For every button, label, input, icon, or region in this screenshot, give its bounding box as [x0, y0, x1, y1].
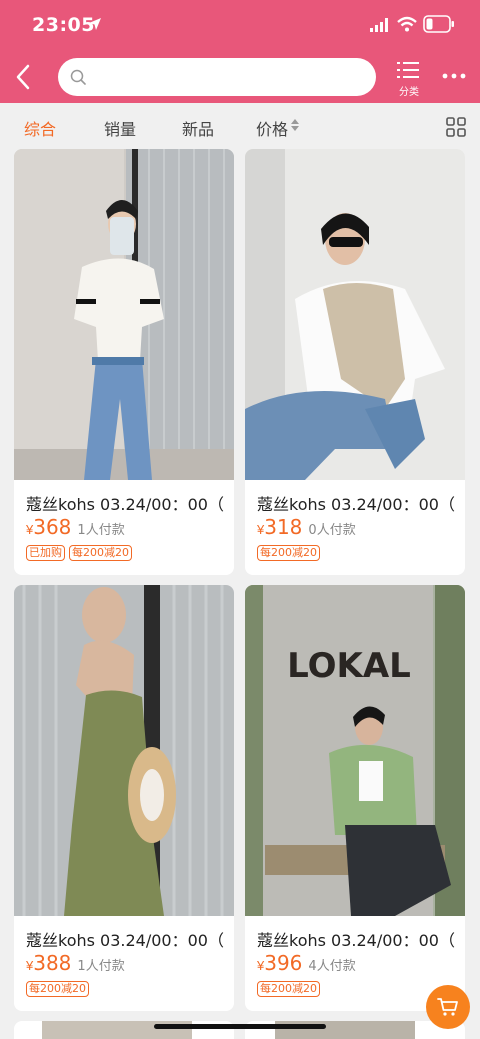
tag-discount: 每200减20: [257, 981, 320, 997]
cart-button[interactable]: [426, 985, 470, 1029]
sort-arrows-icon: [291, 119, 299, 131]
sort-tab-sales[interactable]: 销量: [104, 116, 136, 140]
status-bar: 23:05: [0, 0, 480, 50]
grid-view-icon[interactable]: [446, 117, 466, 137]
tag-discount: 每200减20: [26, 981, 89, 997]
nav-row: 分类: [0, 56, 480, 98]
more-icon[interactable]: [442, 72, 466, 80]
home-indicator: [154, 1024, 326, 1029]
price-row: ¥368 1人付款: [26, 515, 125, 541]
product-card[interactable]: LOKAL 蔻丝kohs 03.24/00：00（ ¥396 4人付款 每200减…: [245, 585, 465, 1011]
product-title: 蔻丝kohs 03.24/00：00（: [26, 931, 224, 950]
wifi-icon: [397, 16, 417, 32]
lokal-sign-text: LOKAL: [287, 646, 411, 686]
search-box[interactable]: [58, 58, 376, 96]
category-label: 分类: [399, 87, 419, 98]
promo-tags: 每200减20: [257, 981, 320, 997]
promo-tags: 每200减20: [26, 981, 89, 997]
pay-count: 0人付款: [308, 523, 356, 538]
header-bar: 23:05 分类: [0, 0, 480, 103]
product-title: 蔻丝kohs 03.24/00：00（: [257, 931, 455, 950]
product-image[interactable]: LOKAL: [245, 585, 465, 916]
sort-bar: 综合 销量 新品 价格: [0, 103, 480, 148]
search-input[interactable]: [94, 58, 364, 96]
promo-tags: 每200减20: [257, 545, 320, 561]
pay-count: 1人付款: [77, 523, 125, 538]
sort-tab-comprehensive[interactable]: 综合: [24, 116, 56, 140]
status-time: 23:05: [32, 14, 95, 36]
product-card[interactable]: 蔻丝kohs 03.24/00：00（ ¥318 0人付款 每200减20: [245, 149, 465, 575]
product-card[interactable]: 蔻丝kohs 03.24/00：00（ ¥388 1人付款 每200减20: [14, 585, 234, 1011]
search-icon: [70, 69, 86, 85]
price-row: ¥396 4人付款: [257, 951, 356, 977]
category-button[interactable]: 分类: [392, 58, 426, 98]
sort-tab-new[interactable]: 新品: [182, 116, 214, 140]
location-arrow-icon: [89, 18, 101, 30]
pay-count: 4人付款: [308, 959, 356, 974]
product-image[interactable]: [14, 149, 234, 480]
price-row: ¥318 0人付款: [257, 515, 356, 541]
product-image[interactable]: [245, 149, 465, 480]
product-price: 368: [33, 515, 72, 539]
product-title: 蔻丝kohs 03.24/00：00（: [26, 495, 224, 514]
back-arrow-icon[interactable]: [12, 62, 36, 92]
battery-icon: [423, 15, 454, 33]
tag-in-cart: 已加购: [26, 545, 65, 561]
product-price: 318: [264, 515, 303, 539]
shopping-cart-icon: [437, 998, 458, 1016]
pay-count: 1人付款: [77, 959, 125, 974]
price-row: ¥388 1人付款: [26, 951, 125, 977]
sort-tab-price[interactable]: 价格: [256, 116, 288, 140]
list-icon: [397, 62, 419, 78]
promo-tags: 已加购 每200减20: [26, 545, 132, 561]
product-card[interactable]: 蔻丝kohs 03.24/00：00（ ¥368 1人付款 已加购 每200减20: [14, 149, 234, 575]
product-image[interactable]: [14, 585, 234, 916]
product-title: 蔻丝kohs 03.24/00：00（: [257, 495, 455, 514]
product-price: 388: [33, 951, 72, 975]
cellular-signal-icon: [370, 18, 388, 32]
tag-discount: 每200减20: [69, 545, 132, 561]
product-price: 396: [264, 951, 303, 975]
tag-discount: 每200减20: [257, 545, 320, 561]
